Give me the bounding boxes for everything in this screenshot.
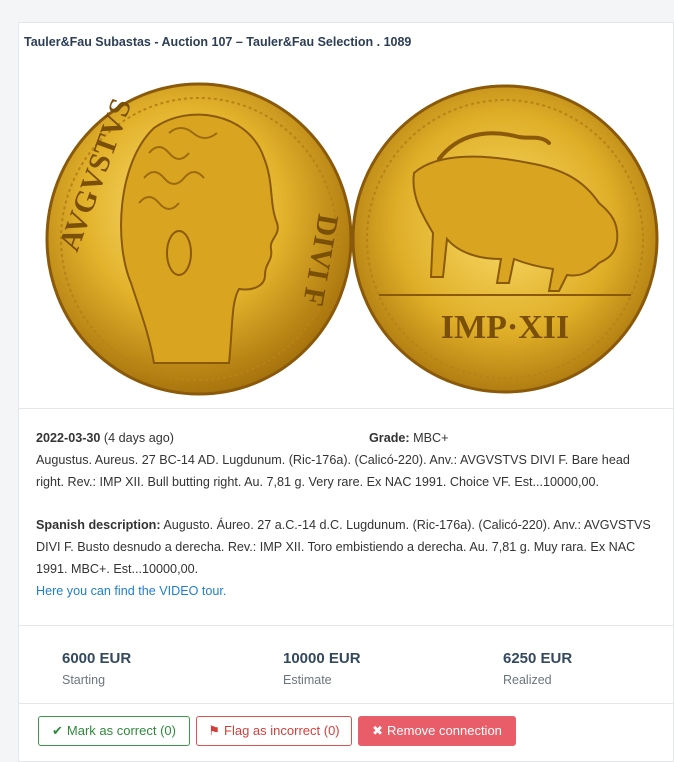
flag-incorrect-label: Flag as incorrect (0) [224,723,340,738]
stat-estimate: 10000 EUR Estimate [283,649,361,690]
lot-date-relative: (4 days ago) [103,431,174,445]
price-stats: 6000 EUR Starting 10000 EUR Estimate 625… [19,649,674,705]
flag-icon: ⚑ [208,723,221,738]
starting-price: 6000 EUR [62,650,132,667]
remove-connection-label: Remove connection [387,723,502,738]
divider-top [19,408,674,409]
check-icon: ✔ [52,723,63,738]
reverse-legend: IMP·XII [441,309,569,346]
close-icon: ✖ [372,723,383,738]
auction-title[interactable]: Tauler&Fau Subastas - Auction 107 – Taul… [24,35,411,49]
stat-realized: 6250 EUR Realized [503,649,572,690]
lot-description-block: 2022-03-30 (4 days ago) Grade: MBC+ Augu… [36,427,656,602]
coin-reverse[interactable]: IMP·XII [351,84,659,394]
estimate-price: 10000 EUR [283,650,361,667]
coin-obverse[interactable]: AVGVSTVS DIVI F [45,82,353,396]
grade-value: MBC+ [413,431,449,445]
grade-label: Grade: [369,431,410,445]
estimate-label: Estimate [283,673,332,687]
english-description: Augustus. Aureus. 27 BC-14 AD. Lugdunum.… [36,453,630,489]
mark-correct-label: Mark as correct (0) [66,723,176,738]
spanish-description: Spanish description: Augusto. Áureo. 27 … [36,514,656,580]
flag-incorrect-button[interactable]: ⚑ Flag as incorrect (0) [196,716,352,746]
divider-bottom [19,703,674,704]
lot-date: 2022-03-30 [36,431,101,445]
lot-card: Tauler&Fau Subastas - Auction 107 – Taul… [18,22,674,762]
starting-label: Starting [62,673,106,687]
coin-images: AVGVSTVS DIVI F IMP·XII [45,82,659,396]
realized-price: 6250 EUR [503,650,573,667]
realized-label: Realized [503,673,552,687]
mark-correct-button[interactable]: ✔ Mark as correct (0) [38,716,190,746]
grade: Grade: MBC+ [369,427,448,449]
spanish-description-label: Spanish description: [36,518,161,532]
stat-starting: 6000 EUR Starting [62,649,131,690]
video-tour-link[interactable]: Here you can find the VIDEO tour. [36,584,226,598]
divider-middle [19,625,674,626]
remove-connection-button[interactable]: ✖ Remove connection [358,716,516,746]
